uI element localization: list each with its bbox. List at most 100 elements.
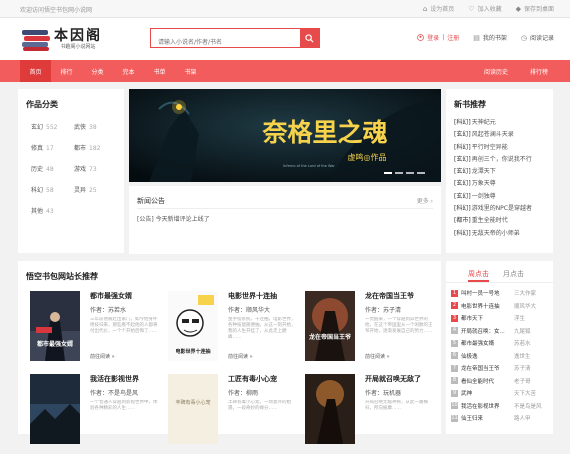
news-item[interactable]: [公告] 今天新增评论上线了	[137, 214, 210, 223]
nav-bookshelf[interactable]: 书架	[175, 60, 206, 82]
tab-weekly-clicks[interactable]: 周点击	[468, 267, 489, 282]
book-card[interactable]: 我活在影视世界 作者：不是鸟是风 一个普通人穿越到影视世界中，体验各种精彩的人生…	[30, 374, 165, 454]
book-desc: 丰碑有毒小心宠，一场意外的相遇，一段奇妙的缘分……	[228, 400, 291, 411]
clock-icon: ◷	[520, 33, 527, 42]
category-item[interactable]: 灵异 25	[74, 185, 117, 194]
book-card[interactable]: 电影世界十连抽 电影世界十连抽 作者：顺风华大 金手指系统，十连抽，电影世界，各…	[168, 291, 303, 371]
nav-ranking[interactable]: 排行	[51, 60, 82, 82]
book-card[interactable]: 龙在帝国当王爷 龙在帝国当王爷 作者：苏子清 一觉醒来，一个穿越到异世界的他，在…	[305, 291, 440, 371]
ranking-row[interactable]: 6 仙极逸 逸世生	[451, 350, 551, 363]
book-desc: 开局召唤无敌神将，从此一路横扫，所向披靡……	[365, 400, 428, 411]
book-author: 作者：苏子清	[365, 307, 402, 314]
book-cover[interactable]: 电影世界十连抽	[168, 291, 218, 361]
book-author: 作者：不是鸟是风	[90, 390, 139, 397]
category-item[interactable]: 武侠 38	[74, 122, 117, 131]
list-item[interactable]: [玄幻]风起苍澜斗天录	[454, 129, 532, 141]
save-desktop-link[interactable]: ◆ 保存到桌面	[516, 4, 554, 14]
nav-completed[interactable]: 完本	[113, 60, 144, 82]
new-books-list: [科幻]天神纪元 [玄幻]风起苍澜斗天录 [科幻]平行时空异能 [玄幻]再创三个…	[454, 117, 532, 240]
read-link[interactable]: 前往阅读 »	[365, 353, 390, 360]
news-more-link[interactable]: 更多 ›	[417, 196, 433, 205]
ranking-row[interactable]: 4 开局就召唤：女... 九尾狐	[451, 325, 551, 338]
reading-history-link[interactable]: ◷ 阅读记录	[520, 33, 554, 43]
nav-booklist[interactable]: 书单	[144, 60, 175, 82]
svg-text:都市最强女婿: 都市最强女婿	[36, 340, 73, 348]
nav-leaderboard[interactable]: 排行榜	[530, 67, 548, 76]
category-item[interactable]: 历史 48	[31, 164, 74, 173]
book-title[interactable]: 电影世界十连抽	[228, 291, 277, 301]
add-favorite-link[interactable]: ♡ 加入收藏	[468, 4, 501, 14]
list-item[interactable]: [科幻]无敌天帝的小师弟	[454, 228, 532, 240]
site-logo[interactable]: 本因阁 书趣阁小说网站	[22, 26, 118, 53]
click-ranking-panel: 周点击 月点击 1 叫村一员一号地 三大作家 2 电影世界十连抽 顺风华大 3 都市天下浮…	[446, 261, 553, 434]
book-author: 作者：玩机器	[365, 390, 402, 397]
category-item[interactable]: 科幻 58	[31, 185, 74, 194]
list-item[interactable]: [玄幻]一剑独尊	[454, 191, 532, 203]
set-homepage-link[interactable]: ⌂ 设为首页	[423, 4, 454, 14]
welcome-text: 欢迎访问悟空书包网小说网	[20, 7, 93, 14]
book-cover[interactable]: 龙在帝国当王爷	[305, 291, 355, 361]
read-link[interactable]: 前往阅读 »	[90, 353, 115, 360]
search-button[interactable]	[300, 29, 319, 47]
book-cover[interactable]: 都市最强女婿	[30, 291, 80, 361]
ranking-row[interactable]: 11 仙王归来 路人甲	[451, 412, 551, 425]
list-item[interactable]: [玄幻]万象天尊	[454, 178, 532, 190]
ranking-row[interactable]: 7 龙在帝国当王爷 苏子清	[451, 362, 551, 375]
ranking-row[interactable]: 5 都市最强女婿 苏若水	[451, 337, 551, 350]
book-title[interactable]: 开局就召唤无敌了	[365, 374, 421, 384]
ranking-list: 1 叫村一员一号地 三大作家 2 电影世界十连抽 顺风华大 3 都市天下 浮生 4 开局就召唤…	[451, 287, 551, 425]
carousel-dot[interactable]	[384, 172, 392, 174]
book-card[interactable]: 丰碑有毒小心宠 工匠有毒小心宠 作者：柳雨 丰碑有毒小心宠，一场意外的相遇，一段…	[168, 374, 303, 454]
list-item[interactable]: [科幻]游戏里的NPC是穿越者	[454, 203, 532, 215]
list-item[interactable]: [玄幻]再创三个，你说我不行	[454, 154, 532, 166]
banner-image: 奈格里之魂 虚鸣◎作品 Inferno of the Lord of the W…	[129, 89, 441, 182]
list-item[interactable]: [科幻]平行时空异能	[454, 142, 532, 154]
nav-reading-history[interactable]: 阅读历史	[484, 67, 508, 76]
editor-picks-panel: 悟空书包网站长推荐 都市最强女婿 都市最强女婿 作者：苏若水 三年前他被赶出家门…	[18, 261, 441, 444]
tab-monthly-clicks[interactable]: 月点击	[503, 267, 524, 282]
carousel-dot[interactable]	[417, 172, 425, 174]
list-item[interactable]: [玄幻]龙潭天下	[454, 166, 532, 178]
category-panel: 作品分类 玄幻 552 武侠 38 修真 17 都市 182 历史 48 游戏 73 科幻 5…	[18, 89, 124, 253]
category-item[interactable]: 都市 182	[74, 143, 117, 152]
main-nav: 首页 排行 分类 完本 书单 书架 阅读历史 排行榜	[0, 60, 570, 82]
book-title[interactable]: 我活在影视世界	[90, 374, 139, 384]
news-title: 新闻公告	[137, 197, 165, 205]
book-desc: 金手指系统，十连抽，电影世界，各种技能随便抽，从这一刻开始，我的人生开挂了，从此…	[228, 317, 296, 340]
new-books-title: 新书推荐	[454, 100, 486, 109]
book-title[interactable]: 龙在帝国当王爷	[365, 291, 414, 301]
book-author: 作者：柳雨	[228, 390, 259, 397]
my-bookshelf-link[interactable]: ▤ 我的书架	[473, 33, 507, 43]
category-item[interactable]: 修真 17	[31, 143, 74, 152]
ranking-row[interactable]: 2 电影世界十连抽 顺风华大	[451, 300, 551, 313]
nav-category[interactable]: 分类	[82, 60, 113, 82]
register-link[interactable]: 注册	[447, 33, 459, 42]
new-books-panel: 新书推荐 [科幻]天神纪元 [玄幻]风起苍澜斗天录 [科幻]平行时空异能 [玄幻…	[446, 89, 553, 253]
book-title[interactable]: 工匠有毒小心宠	[228, 374, 277, 384]
books-logo-icon	[22, 29, 50, 51]
category-list: 玄幻 552 武侠 38 修真 17 都市 182 历史 48 游戏 73 科幻 58 灵异 2…	[31, 122, 117, 215]
category-item[interactable]: 其他 43	[31, 206, 74, 215]
category-item[interactable]: 玄幻 552	[31, 122, 74, 131]
ranking-row[interactable]: 8 看仙全能时代 老子哥	[451, 375, 551, 388]
ranking-row[interactable]: 3 都市天下 浮生	[451, 312, 551, 325]
search-input[interactable]	[151, 33, 301, 52]
nav-home[interactable]: 首页	[20, 60, 51, 82]
book-title[interactable]: 都市最强女婿	[90, 291, 132, 301]
book-desc: 三年前他被赶出家门，如今他身怀绝技归来，那些看不起他的人都将付出代价，一个个开始…	[90, 317, 158, 334]
login-link[interactable]: 登录	[427, 33, 439, 42]
carousel-dot[interactable]	[406, 172, 414, 174]
ranking-row[interactable]: 10 我活在影视世界 不是鸟是风	[451, 400, 551, 413]
ranking-row[interactable]: 9 武神 天下大苦	[451, 387, 551, 400]
read-link[interactable]: 前往阅读 »	[228, 353, 253, 360]
carousel-dot[interactable]	[395, 172, 403, 174]
book-icon: ▤	[473, 33, 480, 42]
category-item[interactable]: 游戏 73	[74, 164, 117, 173]
book-card[interactable]: 都市最强女婿 都市最强女婿 作者：苏若水 三年前他被赶出家门，如今他身怀绝技归来…	[30, 291, 165, 371]
banner-carousel[interactable]: 奈格里之魂 虚鸣◎作品 Inferno of the Lord of the W…	[129, 89, 441, 182]
list-item[interactable]: [科幻]天神纪元	[454, 117, 532, 129]
list-item[interactable]: [都市]重生全能时代	[454, 215, 532, 227]
ranking-row[interactable]: 1 叫村一员一号地 三大作家	[451, 287, 551, 300]
book-card[interactable]: 开局就召唤无敌了 作者：玩机器 开局召唤无敌神将，从此一路横扫，所向披靡……	[305, 374, 440, 454]
heart-icon: ♡	[468, 4, 475, 13]
